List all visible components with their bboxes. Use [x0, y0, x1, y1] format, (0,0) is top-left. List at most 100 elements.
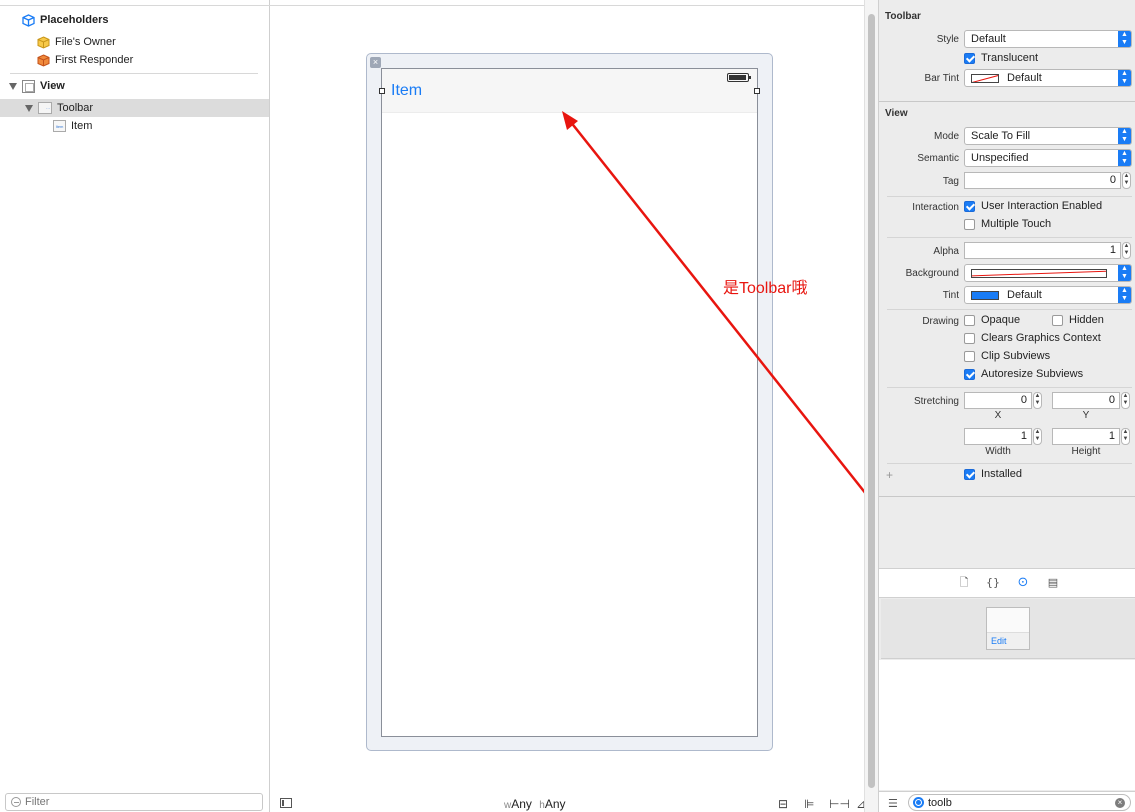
tag-field[interactable]: 0: [964, 172, 1121, 189]
view-section-title: View: [885, 108, 908, 119]
section-divider: [879, 101, 1135, 102]
interaction-label: Interaction: [912, 202, 959, 213]
add-variation-plus-icon[interactable]: +: [886, 468, 893, 482]
outline-toolbar-row[interactable]: ··· Toolbar: [0, 99, 269, 117]
autoresize-checkbox-box[interactable]: [964, 368, 975, 380]
background-popup[interactable]: ▲ ▼: [964, 264, 1132, 282]
translucent-checkbox-box[interactable]: [964, 52, 975, 64]
toolbar-icon: ···: [38, 102, 52, 114]
stretch-y-stepper[interactable]: ▲ ▼: [1121, 392, 1130, 409]
toolbar-library-item[interactable]: Edit: [986, 607, 1030, 650]
library-list-area: [879, 660, 1135, 790]
document-outline-toggle-icon[interactable]: [280, 798, 292, 808]
toolbar-right-resize-handle[interactable]: [754, 88, 760, 94]
multiple-touch-checkbox-box[interactable]: [964, 218, 975, 230]
outline-placeholders-row[interactable]: Placeholders: [0, 11, 269, 29]
outline-item-row[interactable]: Item Item: [0, 117, 269, 135]
view-icon: [22, 79, 35, 93]
alpha-stepper[interactable]: ▲ ▼: [1122, 242, 1131, 259]
tint-value: Default: [1007, 289, 1042, 301]
stretch-height-field[interactable]: 1: [1052, 428, 1120, 445]
canvas-vertical-scrollbar[interactable]: [864, 0, 878, 812]
opaque-checkbox[interactable]: Opaque: [964, 314, 1020, 326]
filter-icon: [11, 797, 21, 807]
tint-chevron-icon: ▲ ▼: [1118, 287, 1131, 303]
view-disclosure-triangle-icon[interactable]: [9, 82, 17, 90]
clear-search-icon[interactable]: ×: [1115, 798, 1125, 808]
stretch-height-stepper[interactable]: ▲ ▼: [1121, 428, 1130, 445]
hidden-checkbox[interactable]: Hidden: [1052, 314, 1104, 326]
multiple-touch-label: Multiple Touch: [981, 218, 1052, 230]
stretch-width-stepper[interactable]: ▲ ▼: [1033, 428, 1042, 445]
mode-popup[interactable]: Scale To Fill ▲ ▼: [964, 127, 1132, 145]
scene-close-icon[interactable]: ×: [370, 57, 381, 68]
filter-input[interactable]: [25, 796, 245, 808]
tint-popup[interactable]: Default ▲ ▼: [964, 286, 1132, 304]
stack-icon[interactable]: ⊟: [778, 797, 788, 811]
semantic-value: Unspecified: [971, 152, 1029, 164]
user-interaction-label: User Interaction Enabled: [981, 200, 1103, 212]
interface-builder-canvas[interactable]: × Item 是Toolbar哦 wAny hAny ⊟ ⊫ ⊢⊣ ⊿: [270, 0, 866, 812]
toolbar-view[interactable]: Item: [382, 69, 757, 113]
multiple-touch-checkbox[interactable]: Multiple Touch: [964, 218, 1051, 230]
stretch-y-field[interactable]: 0: [1052, 392, 1120, 409]
toolbar-disclosure-triangle-icon[interactable]: [25, 104, 33, 112]
toolbar-left-resize-handle[interactable]: [379, 88, 385, 94]
background-swatch: [971, 268, 1107, 278]
attributes-inspector: Toolbar Style Default ▲ ▼ Translucent Bar…: [878, 0, 1135, 812]
outline-filter-field[interactable]: [5, 793, 263, 811]
outline-first-responder-row[interactable]: First Responder: [0, 51, 269, 69]
size-class-indicator[interactable]: wAny hAny: [504, 797, 566, 811]
clears-graphics-checkbox-box[interactable]: [964, 332, 975, 344]
clears-graphics-checkbox[interactable]: Clears Graphics Context: [964, 332, 1101, 344]
installed-checkbox[interactable]: Installed: [964, 468, 1022, 480]
outline-view-row[interactable]: View: [0, 77, 269, 95]
stretch-width-field[interactable]: 1: [964, 428, 1032, 445]
installed-label: Installed: [981, 468, 1022, 480]
user-interaction-checkbox[interactable]: User Interaction Enabled: [964, 200, 1102, 212]
object-library-results: Edit: [881, 599, 1135, 659]
opaque-label: Opaque: [981, 314, 1021, 326]
item-label: Item: [71, 120, 93, 132]
library-search-field[interactable]: ×: [908, 794, 1131, 811]
style-popup[interactable]: Default ▲ ▼: [964, 30, 1132, 48]
pin-icon[interactable]: ⊢⊣: [829, 797, 850, 811]
file-template-library-icon[interactable]: 🗋: [957, 576, 971, 590]
drawing-label: Drawing: [922, 316, 959, 327]
media-library-icon[interactable]: ▤: [1046, 576, 1060, 590]
opaque-checkbox-box[interactable]: [964, 314, 975, 326]
stretching-label: Stretching: [913, 396, 959, 407]
device-screen[interactable]: Item: [379, 68, 760, 737]
alpha-field[interactable]: 1: [964, 242, 1121, 259]
clip-subviews-checkbox[interactable]: Clip Subviews: [964, 350, 1050, 362]
library-search-input[interactable]: [928, 796, 1108, 809]
alpha-label: Alpha: [933, 246, 959, 257]
code-snippet-library-icon[interactable]: {}: [986, 576, 1000, 590]
mode-label: Mode: [933, 131, 959, 142]
align-icon[interactable]: ⊫: [804, 797, 814, 811]
library-tab-bar: 🗋 {} ⊙ ▤: [879, 568, 1135, 598]
outline-files-owner-row[interactable]: File's Owner: [0, 33, 269, 51]
stretch-x-stepper[interactable]: ▲ ▼: [1033, 392, 1042, 409]
toolbar-section-title: Toolbar: [885, 11, 921, 22]
view-scene[interactable]: × Item: [366, 53, 773, 751]
clears-graphics-label: Clears Graphics Context: [981, 332, 1101, 344]
bar-tint-popup[interactable]: Default ▲ ▼: [964, 69, 1132, 87]
toolbar-label: Toolbar: [57, 102, 94, 114]
semantic-label: Semantic: [917, 153, 959, 164]
object-library-icon[interactable]: ⊙: [1016, 576, 1030, 590]
clip-subviews-checkbox-box[interactable]: [964, 350, 975, 362]
autoresize-checkbox[interactable]: Autoresize Subviews: [964, 368, 1083, 380]
scrollbar-thumb[interactable]: [868, 14, 875, 788]
toolbar-bar-button-item[interactable]: Item: [391, 82, 422, 100]
semantic-popup[interactable]: Unspecified ▲ ▼: [964, 149, 1132, 167]
first-responder-cube-icon: [37, 53, 50, 67]
hidden-checkbox-box[interactable]: [1052, 314, 1063, 326]
tag-stepper[interactable]: ▲ ▼: [1122, 172, 1131, 189]
list-view-toggle-icon[interactable]: ☰: [888, 797, 898, 810]
mode-chevron-icon: ▲ ▼: [1118, 128, 1131, 144]
user-interaction-checkbox-box[interactable]: [964, 200, 975, 212]
installed-checkbox-box[interactable]: [964, 468, 975, 480]
stretch-x-field[interactable]: 0: [964, 392, 1032, 409]
translucent-checkbox[interactable]: Translucent: [964, 52, 1038, 64]
